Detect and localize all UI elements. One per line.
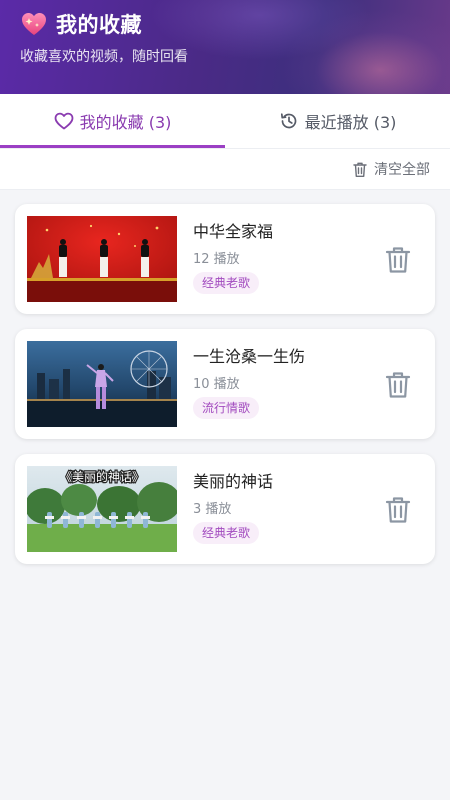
thumbnail-caption: 《美丽的神话》 <box>60 469 144 484</box>
song-title: 一生沧桑一生伤 <box>193 347 306 366</box>
title-row: 我的收藏 <box>20 9 142 39</box>
play-count: 10 播放 <box>193 377 240 392</box>
favorite-card[interactable]: 《美丽的神话》 美丽的神话 3 播放 经典老歌 <box>15 454 435 564</box>
trash-icon <box>353 162 367 177</box>
heart-icon <box>54 112 74 130</box>
delete-icon[interactable] <box>385 371 411 399</box>
song-title: 美丽的神话 <box>193 472 274 491</box>
tab-favorites[interactable]: 我的收藏 (3) <box>0 94 225 148</box>
genre-tag: 经典老歌 <box>193 522 260 544</box>
video-thumbnail[interactable]: 《美丽的神话》 <box>27 466 177 552</box>
page-title: 我的收藏 <box>56 13 142 37</box>
video-thumbnail[interactable] <box>27 216 177 302</box>
delete-icon[interactable] <box>385 246 411 274</box>
play-count: 3 播放 <box>193 502 232 517</box>
tab-recent-label: 最近播放 (3) <box>304 113 397 132</box>
genre-tag: 经典老歌 <box>193 272 260 294</box>
tab-favorites-label: 我的收藏 (3) <box>79 113 172 132</box>
favorite-card[interactable]: 中华全家福 12 播放 经典老歌 <box>15 204 435 314</box>
tab-bar: 我的收藏 (3) 最近播放 (3) <box>0 94 450 148</box>
favorite-card[interactable]: 一生沧桑一生伤 10 播放 流行情歌 <box>15 329 435 439</box>
header: 我的收藏 收藏喜欢的视频，随时回看 <box>0 0 450 94</box>
tab-recent[interactable]: 最近播放 (3) <box>225 94 450 148</box>
delete-icon[interactable] <box>385 496 411 524</box>
clear-all-label: 清空全部 <box>374 162 430 178</box>
clear-all-button[interactable]: 清空全部 <box>352 159 430 179</box>
page-subtitle: 收藏喜欢的视频，随时回看 <box>20 49 188 65</box>
history-icon <box>280 113 296 129</box>
song-title: 中华全家福 <box>193 222 274 241</box>
genre-tag: 流行情歌 <box>193 397 260 419</box>
sparkle-heart-icon <box>22 13 46 35</box>
toolbar: 清空全部 <box>0 148 450 190</box>
video-thumbnail[interactable] <box>27 341 177 427</box>
play-count: 12 播放 <box>193 252 240 267</box>
